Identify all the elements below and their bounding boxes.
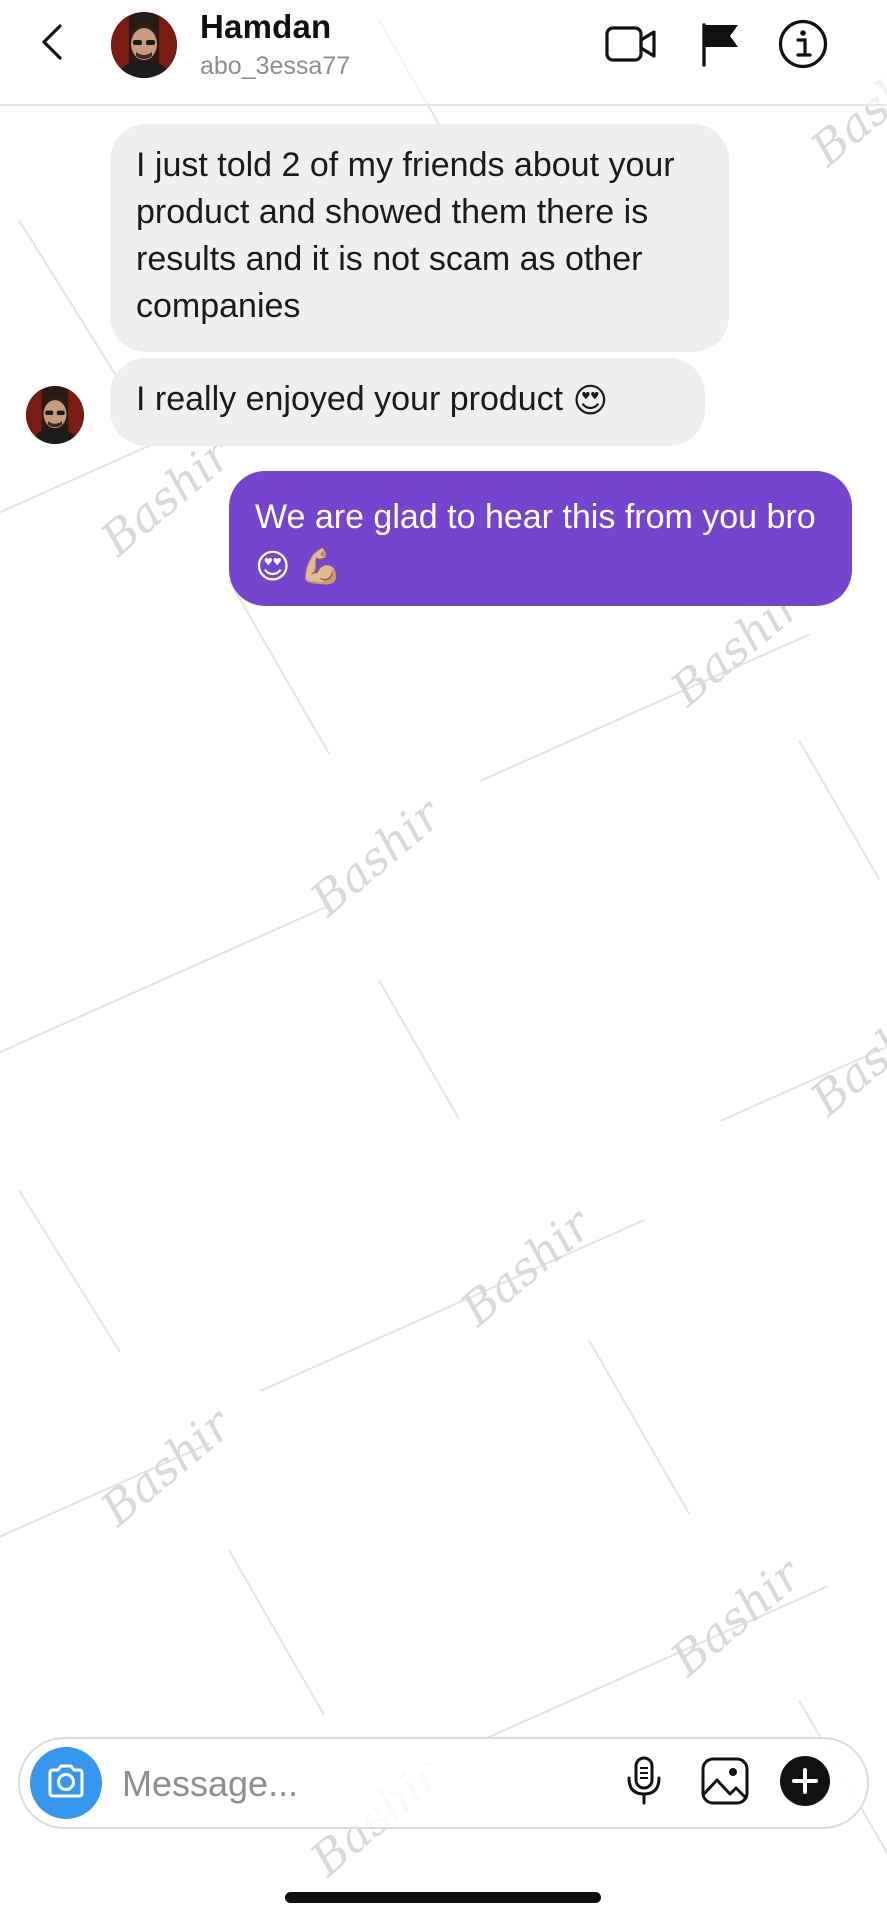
image-icon bbox=[700, 1756, 750, 1811]
outgoing-message[interactable]: We are glad to hear this from you bro 😍 … bbox=[229, 471, 852, 606]
incoming-message[interactable]: I really enjoyed your product 😍 bbox=[110, 358, 705, 446]
message-composer bbox=[18, 1737, 869, 1829]
sender-avatar[interactable] bbox=[26, 386, 84, 444]
camera-button[interactable] bbox=[30, 1747, 102, 1819]
report-button[interactable] bbox=[692, 18, 748, 74]
camera-icon bbox=[46, 1764, 86, 1803]
chevron-left-icon bbox=[38, 22, 66, 67]
info-icon bbox=[777, 18, 829, 75]
chat-header: Hamdan abo_3essa77 bbox=[0, 0, 887, 106]
microphone-icon bbox=[626, 1756, 662, 1811]
message-text: I really enjoyed your product bbox=[136, 380, 564, 418]
incoming-message[interactable]: I just told 2 of my friends about your p… bbox=[110, 124, 729, 352]
info-button[interactable] bbox=[775, 18, 831, 74]
contact-name[interactable]: Hamdan bbox=[200, 8, 331, 46]
more-button[interactable] bbox=[775, 1753, 835, 1813]
voice-message-button[interactable] bbox=[614, 1753, 674, 1813]
back-button[interactable] bbox=[30, 22, 74, 66]
heart-eyes-emoji: 😍 bbox=[572, 381, 609, 420]
video-call-button[interactable] bbox=[603, 18, 659, 74]
message-text: I just told 2 of my friends about your p… bbox=[136, 146, 675, 325]
gallery-button[interactable] bbox=[695, 1753, 755, 1813]
heart-eyes-flexed-biceps-emoji: 😍 💪🏼 bbox=[255, 548, 343, 587]
message-input[interactable] bbox=[120, 1753, 524, 1815]
video-camera-icon bbox=[604, 24, 658, 69]
contact-username: abo_3essa77 bbox=[200, 52, 351, 80]
home-indicator bbox=[285, 1892, 601, 1903]
flag-icon bbox=[698, 21, 742, 72]
message-text: We are glad to hear this from you bro bbox=[255, 498, 816, 536]
contact-avatar[interactable] bbox=[111, 12, 177, 78]
plus-icon bbox=[779, 1755, 831, 1812]
